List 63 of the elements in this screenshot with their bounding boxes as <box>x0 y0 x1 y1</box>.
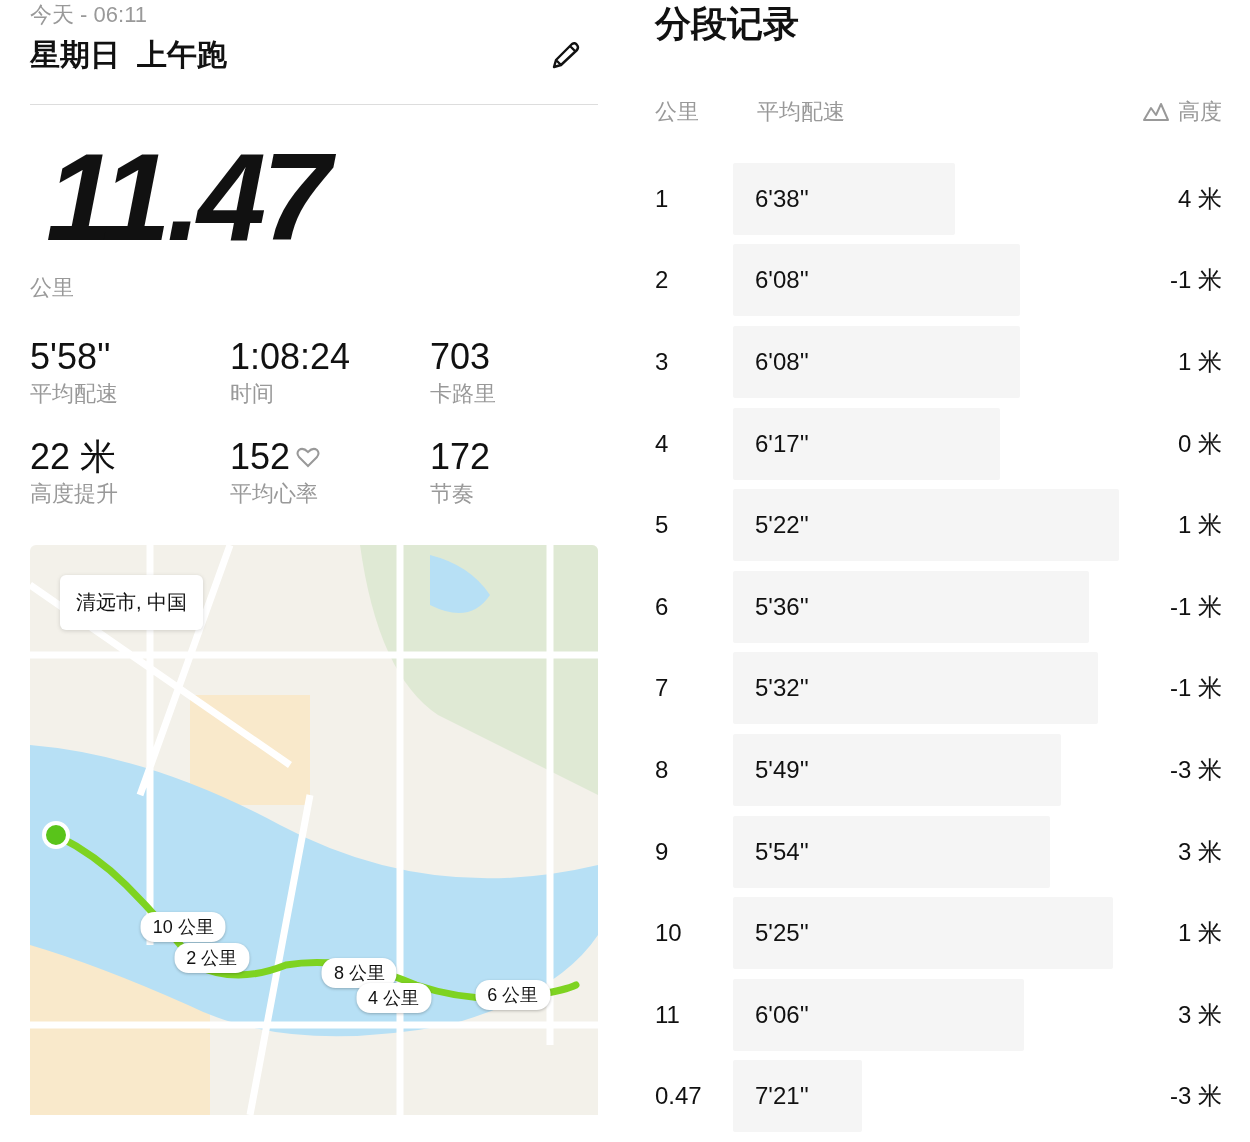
split-pace: 5'54'' <box>754 837 809 866</box>
split-elevation: 3 米 <box>1177 836 1222 867</box>
distance-marker: 4 公里 <box>356 983 431 1014</box>
stat-value: 1:08:24 <box>230 337 351 377</box>
split-elevation: -3 米 <box>1169 754 1222 785</box>
column-header: 高度 <box>1178 98 1222 126</box>
activity-date: 今天 - 06:11 <box>30 2 148 28</box>
edit-icon[interactable] <box>550 39 582 71</box>
split-km: 3 <box>655 348 670 376</box>
split-elevation: -1 米 <box>1169 591 1222 622</box>
split-pace: 5'36'' <box>754 592 809 621</box>
split-elevation: 1 米 <box>1177 347 1222 377</box>
split-pace: 7'21'' <box>754 1082 809 1111</box>
stat-label: 时间 <box>230 380 275 408</box>
split-elevation: -1 米 <box>1169 673 1222 704</box>
split-km: 5 <box>655 511 670 540</box>
stat-value: 172 <box>430 437 491 477</box>
stat-label: 平均配速 <box>30 380 119 408</box>
split-elevation: 0 米 <box>1177 428 1222 459</box>
distance-value: 11.47 <box>30 137 598 257</box>
split-km: 10 <box>655 919 683 948</box>
stat-value: 22 米 <box>30 437 117 477</box>
location-label: 清远市, 中国 <box>60 575 204 630</box>
split-pace: 5'22'' <box>754 511 809 540</box>
split-km: 7 <box>655 674 670 703</box>
split-elevation: -3 米 <box>1169 1081 1222 1112</box>
split-elevation: 1 米 <box>1177 918 1222 949</box>
stat-value: 5'58'' <box>30 337 111 377</box>
mountain-icon <box>1142 102 1170 122</box>
split-km: 1 <box>655 184 670 213</box>
column-header: 公里 <box>655 98 700 126</box>
split-km: 9 <box>655 837 670 866</box>
stat-value: 152 <box>230 437 291 477</box>
split-pace: 5'49'' <box>754 755 809 784</box>
section-title: 分段记录 <box>655 2 800 46</box>
stat-label: 平均心率 <box>230 480 319 508</box>
split-pace: 6'06'' <box>754 1000 809 1029</box>
split-elevation: 3 米 <box>1177 999 1222 1030</box>
column-header: 平均配速 <box>757 99 845 124</box>
split-km: 0.47 <box>655 1082 703 1111</box>
stat-value: 703 <box>430 337 491 377</box>
split-elevation: -1 米 <box>1169 265 1222 296</box>
split-km: 6 <box>655 592 670 621</box>
stat-label: 节奏 <box>430 480 475 508</box>
distance-unit: 公里 <box>30 274 75 302</box>
split-pace: 6'17'' <box>754 429 809 458</box>
split-pace: 5'25'' <box>754 919 809 948</box>
activity-title: 星期日 上午跑 <box>30 36 227 73</box>
split-km: 4 <box>655 429 670 458</box>
stat-label: 卡路里 <box>430 380 497 408</box>
split-pace: 6'38'' <box>754 184 809 213</box>
split-pace: 5'32'' <box>754 674 809 703</box>
split-km: 8 <box>655 755 670 784</box>
distance-marker: 2 公里 <box>174 943 250 974</box>
heart-icon <box>296 446 321 468</box>
split-pace: 6'08'' <box>754 266 809 295</box>
split-pace: 6'08'' <box>754 348 809 376</box>
split-elevation: 1 米 <box>1177 510 1222 541</box>
split-elevation: 4 米 <box>1177 183 1222 214</box>
stat-label: 高度提升 <box>30 480 119 508</box>
split-km: 11 <box>655 1000 681 1029</box>
split-km: 2 <box>655 266 670 295</box>
distance-marker: 6 公里 <box>475 980 551 1011</box>
